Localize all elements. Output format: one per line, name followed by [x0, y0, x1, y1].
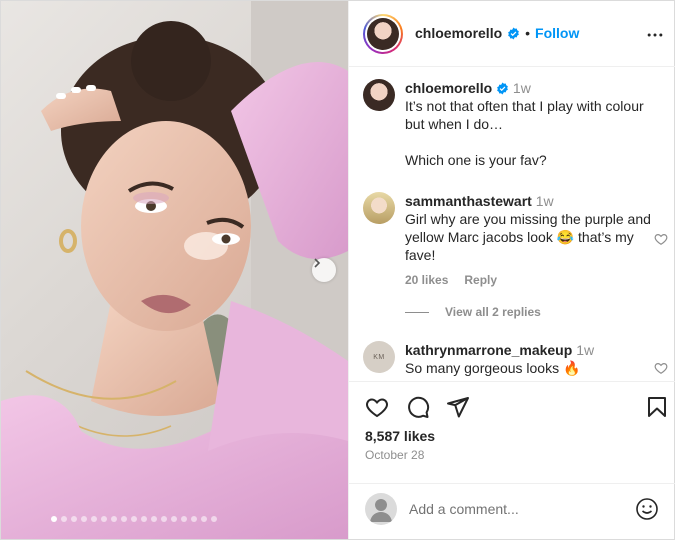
carousel-dot: [201, 516, 207, 522]
caption-time: 1w: [512, 80, 531, 96]
user-icon: [370, 499, 392, 522]
carousel-dot: [111, 516, 117, 522]
comment-username[interactable]: kathrynmarrone_makeup: [405, 342, 572, 358]
comment-text: So many gorgeous looks 🔥: [405, 360, 581, 376]
instagram-post: chloemorello • Follow chloemorello 1w It…: [0, 0, 675, 540]
carousel-dot: [131, 516, 137, 522]
carousel-next-button[interactable]: [312, 258, 336, 282]
author-avatar[interactable]: [363, 14, 403, 54]
carousel-dot: [101, 516, 107, 522]
emoji-icon[interactable]: [635, 497, 659, 521]
comment-icon[interactable]: [406, 395, 430, 419]
heart-icon[interactable]: [365, 395, 389, 419]
post-header: chloemorello • Follow: [349, 1, 675, 67]
more-icon[interactable]: [645, 25, 665, 45]
reply-button[interactable]: Reply: [464, 273, 497, 287]
carousel-dot: [191, 516, 197, 522]
carousel-dot: [161, 516, 167, 522]
portrait-illustration: [1, 1, 348, 539]
post-date[interactable]: October 28: [365, 448, 424, 462]
comment-username[interactable]: sammanthastewart: [405, 193, 532, 209]
post-photo[interactable]: [1, 1, 348, 539]
comment-input[interactable]: [409, 501, 629, 517]
bookmark-icon[interactable]: [645, 395, 669, 419]
comment-likes[interactable]: 20 likes: [405, 273, 448, 287]
carousel-dot: [81, 516, 87, 522]
comment-time: 1w: [576, 342, 595, 358]
carousel-dot: [181, 516, 187, 522]
view-replies-label: View all 2 replies: [445, 305, 541, 319]
avatar-initials: KM: [373, 353, 385, 361]
carousel-dot: [171, 516, 177, 522]
carousel-dot: [151, 516, 157, 522]
divider: [405, 311, 429, 313]
view-replies-button[interactable]: View all 2 replies: [405, 305, 541, 319]
carousel-dot: [211, 516, 217, 522]
heart-icon[interactable]: [654, 361, 668, 375]
carousel-dot: [91, 516, 97, 522]
carousel-dot: [71, 516, 77, 522]
comment-text: Girl why are you missing the purple and …: [405, 211, 651, 263]
author-username[interactable]: chloemorello: [415, 25, 502, 41]
carousel-dot: [61, 516, 67, 522]
avatar[interactable]: [363, 79, 395, 111]
caption-text-1: It’s not that often that I play with col…: [405, 98, 644, 132]
verified-icon: [508, 27, 520, 39]
carousel-dot: [141, 516, 147, 522]
follow-button[interactable]: Follow: [535, 25, 579, 41]
avatar[interactable]: [363, 192, 395, 224]
share-icon[interactable]: [446, 395, 470, 419]
carousel-dot: [121, 516, 127, 522]
caption-text-2: Which one is your fav?: [405, 152, 547, 168]
current-user-avatar[interactable]: [365, 493, 397, 525]
post-sidebar: chloemorello • Follow chloemorello 1w It…: [348, 1, 675, 539]
add-comment-bar: [349, 483, 675, 539]
carousel-indicator: [51, 516, 217, 522]
post-actions: 8,587 likes October 28: [349, 381, 675, 477]
carousel-dot: [51, 516, 57, 522]
verified-icon: [497, 82, 508, 95]
avatar[interactable]: KM: [363, 341, 395, 373]
comments-list[interactable]: chloemorello 1w It’s not that often that…: [349, 68, 675, 380]
caption-username[interactable]: chloemorello: [405, 80, 492, 96]
heart-icon[interactable]: [654, 232, 668, 246]
header-separator: •: [525, 25, 531, 41]
chevron-right-icon: [314, 258, 321, 268]
like-count[interactable]: 8,587 likes: [365, 428, 435, 444]
comment-time: 1w: [535, 193, 554, 209]
